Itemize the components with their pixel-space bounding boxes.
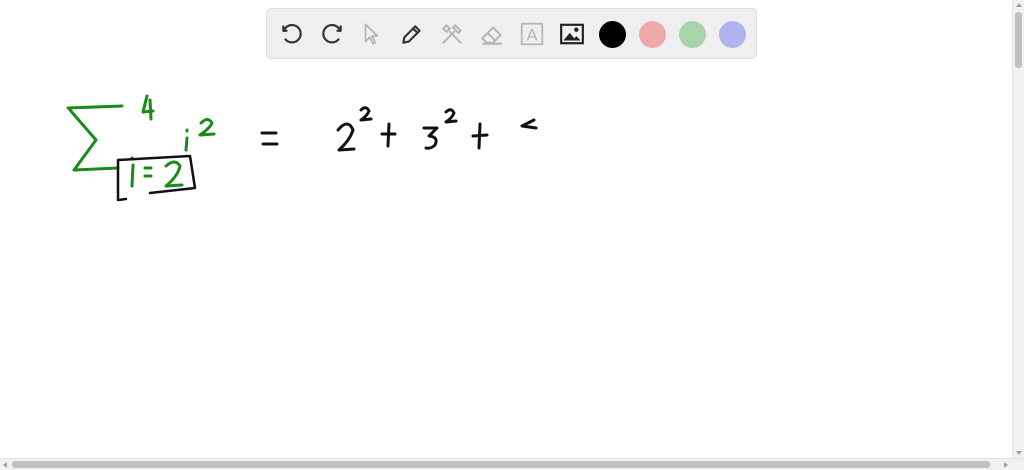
horizontal-scroll-thumb[interactable]: [12, 461, 990, 468]
upper-limit-4: [141, 94, 155, 121]
base-3: [422, 126, 439, 150]
scroll-right-arrow-icon[interactable]: [1004, 462, 1008, 468]
expansion-expression: [260, 106, 538, 152]
term-exponent-2: [198, 118, 216, 137]
term-i: [184, 128, 189, 152]
exponent-2a: [359, 106, 373, 122]
scroll-left-arrow-icon[interactable]: [3, 462, 7, 468]
vertical-scrollbar[interactable]: [1012, 0, 1024, 458]
equals-sign: [260, 131, 279, 146]
drawing-canvas[interactable]: A: [0, 0, 1012, 458]
vertical-scroll-thumb[interactable]: [1015, 12, 1022, 68]
lower-limit-2: [164, 160, 184, 188]
lower-limit-box: [116, 154, 197, 202]
partial-stroke: [520, 118, 538, 130]
horizontal-scrollbar[interactable]: [0, 458, 1024, 470]
exponent-2b: [444, 108, 458, 124]
scroll-up-arrow-icon[interactable]: [1016, 3, 1022, 7]
handwritten-ink-layer: [66, 94, 538, 202]
plus-sign-1: [380, 122, 397, 148]
scroll-down-arrow-icon[interactable]: [1016, 451, 1022, 455]
base-2: [336, 122, 356, 152]
plus-sign-2: [471, 122, 489, 150]
lower-limit-i: [130, 156, 135, 188]
lower-limit-equals: [143, 166, 153, 178]
sigma-symbol: [66, 104, 124, 172]
